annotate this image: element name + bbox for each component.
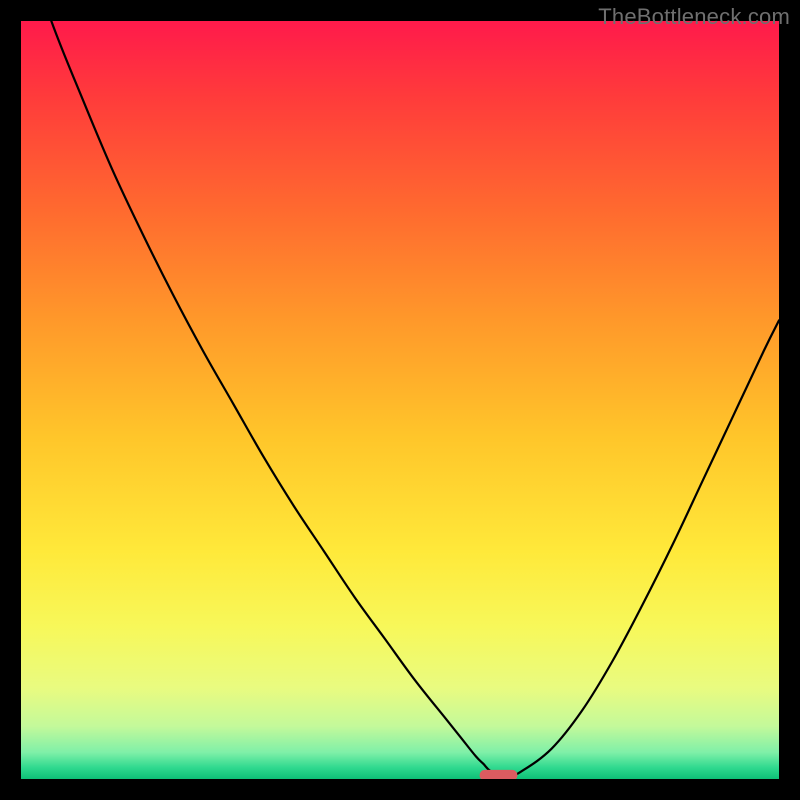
plot-area [21, 21, 779, 779]
chart-frame: TheBottleneck.com [0, 0, 800, 800]
gradient-rect [21, 21, 779, 779]
optimum-marker [480, 770, 518, 779]
chart-svg [21, 21, 779, 779]
watermark-text: TheBottleneck.com [598, 4, 790, 30]
